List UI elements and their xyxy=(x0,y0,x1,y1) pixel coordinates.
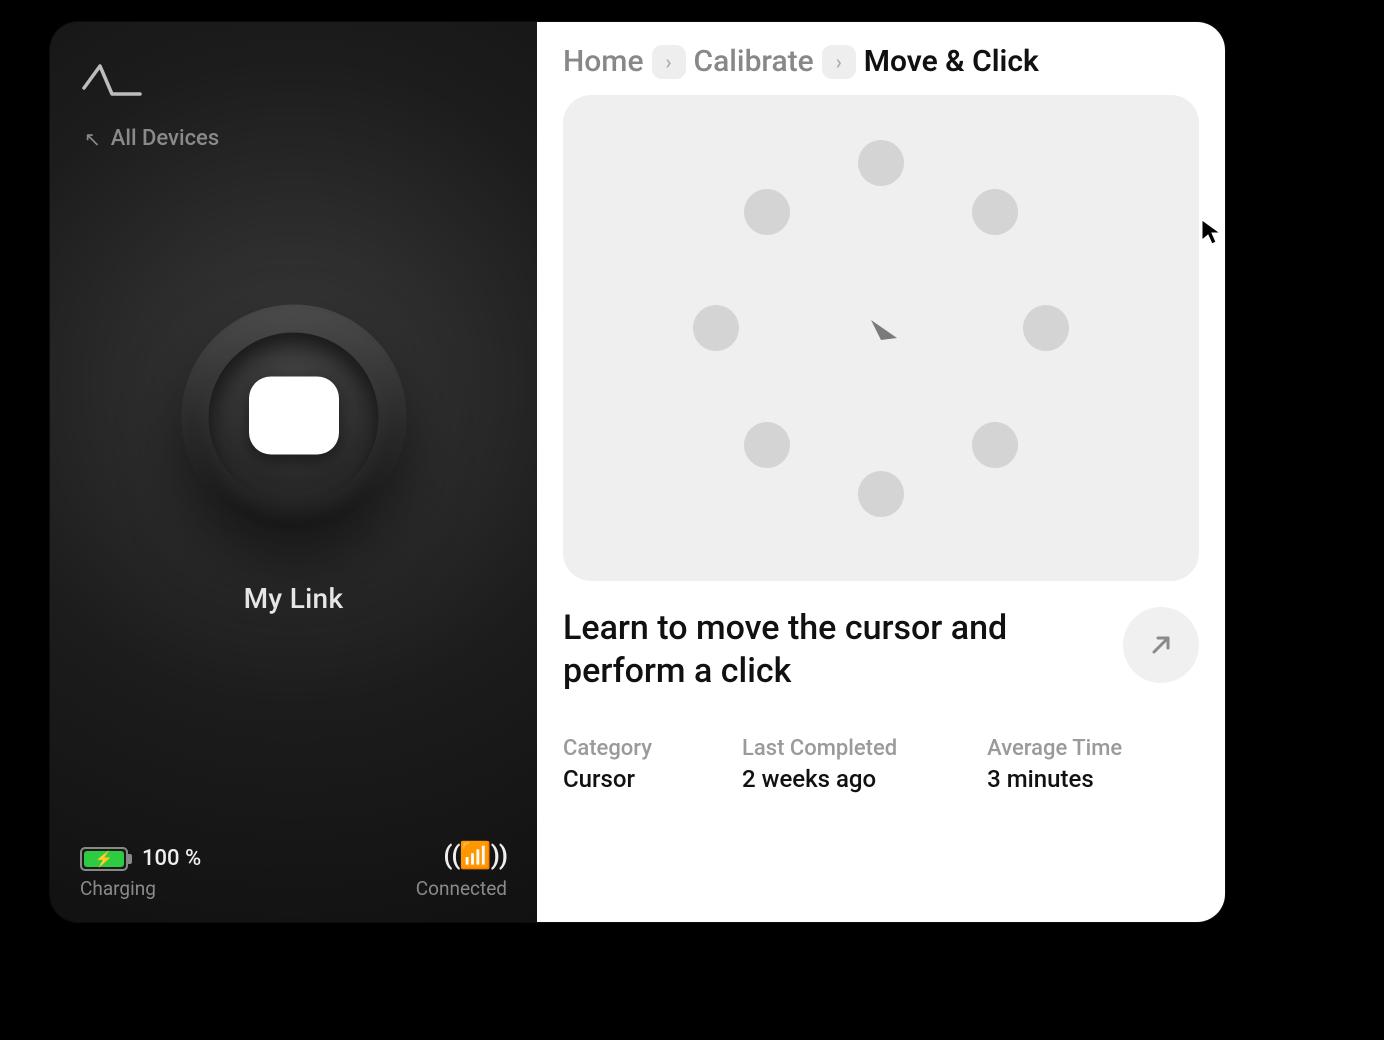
device-chip-icon xyxy=(249,376,339,454)
device-name: My Link xyxy=(244,582,344,615)
battery-state: Charging xyxy=(80,877,201,900)
target-dot[interactable] xyxy=(858,471,904,517)
brand-logo-icon xyxy=(82,60,142,100)
connection-status: ((📶)) Connected xyxy=(416,841,507,900)
arrow-up-left-icon: ↖ xyxy=(84,129,101,149)
cursor-arrow-icon xyxy=(857,312,905,364)
meta-last-completed: Last Completed 2 weeks ago xyxy=(742,736,897,793)
meta-category: Category Cursor xyxy=(563,736,652,793)
device-visual xyxy=(174,297,414,537)
meta-avg-time-label: Average Time xyxy=(987,736,1122,761)
breadcrumb: Home › Calibrate › Move & Click xyxy=(563,44,1199,79)
connection-state: Connected xyxy=(416,877,507,900)
meta-category-label: Category xyxy=(563,736,652,761)
breadcrumb-home[interactable]: Home xyxy=(563,44,644,79)
exercise-meta: Category Cursor Last Completed 2 weeks a… xyxy=(563,736,1199,793)
meta-category-value: Cursor xyxy=(563,765,652,793)
arrow-up-right-icon xyxy=(1146,630,1176,660)
app-window: ↖ All Devices My Link ⚡ 100 % Charging (… xyxy=(50,22,1225,922)
breadcrumb-calibrate[interactable]: Calibrate xyxy=(694,44,814,79)
expand-button[interactable] xyxy=(1123,607,1199,683)
battery-percent: 100 % xyxy=(142,846,201,871)
charging-bolt-icon: ⚡ xyxy=(95,850,114,868)
target-dot[interactable] xyxy=(1023,305,1069,351)
exercise-description: Learn to move the cursor and perform a c… xyxy=(563,607,1063,692)
meta-last-completed-value: 2 weeks ago xyxy=(742,765,897,793)
breadcrumb-current: Move & Click xyxy=(864,44,1039,79)
meta-avg-time: Average Time 3 minutes xyxy=(987,736,1122,793)
target-dot[interactable] xyxy=(972,422,1018,468)
all-devices-link[interactable]: ↖ All Devices xyxy=(84,126,219,151)
target-dot[interactable] xyxy=(972,189,1018,235)
chevron-right-icon: › xyxy=(652,45,686,79)
status-bar: ⚡ 100 % Charging ((📶)) Connected xyxy=(80,841,507,900)
target-dot[interactable] xyxy=(744,422,790,468)
signal-icon: ((📶)) xyxy=(443,841,507,871)
all-devices-label: All Devices xyxy=(111,126,219,151)
main-panel: Home › Calibrate › Move & Click Learn to… xyxy=(537,22,1225,922)
battery-icon: ⚡ xyxy=(80,847,128,871)
target-dot[interactable] xyxy=(744,189,790,235)
meta-last-completed-label: Last Completed xyxy=(742,736,897,761)
battery-status: ⚡ 100 % Charging xyxy=(80,846,201,900)
meta-avg-time-value: 3 minutes xyxy=(987,765,1122,793)
sidebar: ↖ All Devices My Link ⚡ 100 % Charging (… xyxy=(50,22,537,922)
exercise-canvas[interactable] xyxy=(563,95,1199,581)
chevron-right-icon: › xyxy=(822,45,856,79)
target-dot[interactable] xyxy=(693,305,739,351)
target-dot[interactable] xyxy=(858,140,904,186)
